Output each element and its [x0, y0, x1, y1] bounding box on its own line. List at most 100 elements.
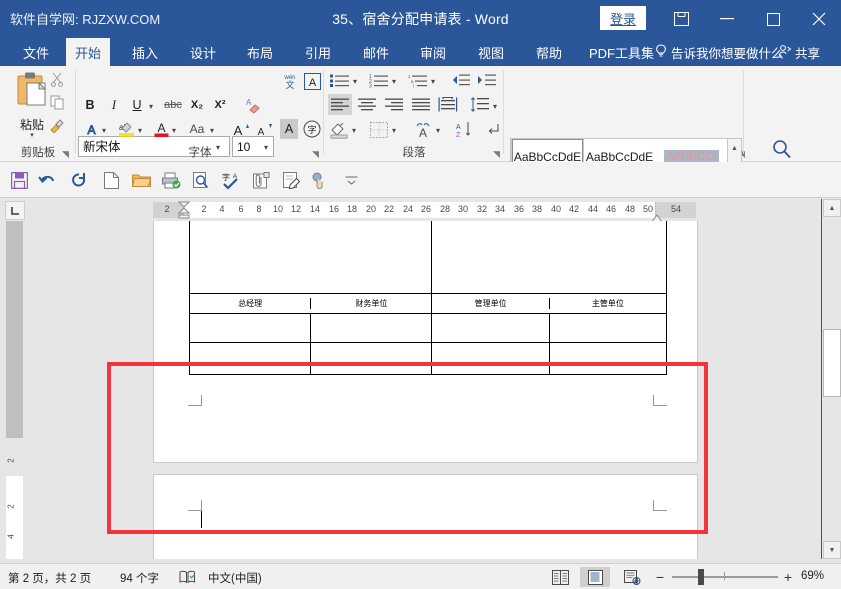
maximize-icon[interactable] [750, 0, 796, 38]
scroll-down-arrow-icon[interactable]: ▼ [823, 541, 841, 559]
table-cell[interactable] [432, 314, 667, 343]
tab-view[interactable]: 视图 [469, 38, 513, 66]
customize-qat-icon[interactable] [338, 168, 364, 192]
zoom-in-button[interactable]: + [781, 569, 795, 585]
decrease-indent-icon[interactable] [450, 70, 472, 90]
document-page-2[interactable] [153, 474, 698, 559]
character-shading-button[interactable]: A [280, 119, 298, 139]
paste-dropdown-icon[interactable]: ▾ [30, 133, 34, 139]
bullet-list-icon[interactable] [329, 70, 351, 90]
table-cell[interactable] [311, 314, 432, 342]
vertical-scrollbar[interactable]: ▲ ▼ [821, 199, 841, 559]
clear-formatting-button[interactable]: A [242, 95, 262, 115]
pinyin-icon[interactable]: A [412, 119, 434, 140]
horizontal-ruler[interactable]: 2 54 2 4 6 8 10 12 14 16 18 20 22 24 26 … [0, 199, 841, 221]
superscript-button[interactable]: X² [211, 95, 229, 115]
align-right-icon[interactable] [382, 94, 406, 115]
zoom-slider-thumb[interactable] [698, 569, 704, 585]
tab-file[interactable]: 文件 [14, 38, 58, 66]
numbered-list-icon[interactable]: 123 [368, 70, 390, 90]
tab-help[interactable]: 帮助 [527, 38, 571, 66]
vertical-scroll-thumb[interactable] [823, 329, 841, 397]
format-painter-button[interactable] [44, 117, 70, 139]
tab-insert[interactable]: 插入 [123, 38, 167, 66]
scroll-up-icon[interactable]: ▲ [728, 139, 741, 158]
table-cell[interactable] [311, 343, 432, 374]
table-row[interactable] [190, 314, 667, 343]
shading-dropdown-icon[interactable]: ▾ [352, 126, 356, 135]
clipboard-dialog-launcher[interactable]: ◥ [62, 148, 74, 160]
scroll-up-arrow-icon[interactable]: ▲ [823, 199, 841, 217]
borders-icon[interactable] [368, 119, 390, 140]
tab-home[interactable]: 开始 [66, 38, 110, 66]
multilevel-list-icon[interactable]: 1ai [407, 70, 429, 90]
table-cell[interactable] [549, 314, 666, 342]
highlight-dropdown-icon[interactable]: ▾ [138, 126, 142, 135]
borders-dropdown-icon[interactable]: ▾ [392, 126, 396, 135]
vertical-ruler[interactable]: 2 2 4 [0, 221, 28, 559]
underline-dropdown-icon[interactable]: ▾ [149, 102, 153, 111]
numbering-dropdown-icon[interactable]: ▾ [392, 77, 396, 86]
close-icon[interactable] [796, 0, 841, 38]
insert-attachment-icon[interactable] [248, 168, 274, 192]
save-icon[interactable] [6, 168, 32, 192]
text-highlight-button[interactable]: ab [116, 119, 136, 139]
table-row[interactable] [190, 221, 667, 294]
print-preview-icon[interactable] [188, 168, 214, 192]
table-cell[interactable] [190, 314, 311, 342]
table-cell[interactable]: 管理单位 主管单位 [432, 294, 667, 314]
ribbon-display-options-icon[interactable] [658, 0, 704, 38]
bullets-dropdown-icon[interactable]: ▾ [353, 77, 357, 86]
font-color-button[interactable]: A [152, 119, 170, 139]
zoom-out-button[interactable]: − [653, 569, 667, 585]
page-indicator[interactable]: 第 2 页，共 2 页 [8, 570, 91, 586]
open-folder-icon[interactable] [128, 168, 154, 192]
increase-indent-icon[interactable] [476, 70, 498, 90]
zoom-level-label[interactable]: 69% [801, 570, 824, 582]
line-spacing-dropdown-icon[interactable]: ▾ [493, 102, 497, 111]
shrink-font-button[interactable]: A [254, 119, 274, 139]
tab-layout[interactable]: 布局 [238, 38, 282, 66]
read-mode-icon[interactable] [545, 567, 575, 587]
table-cell[interactable] [190, 343, 432, 375]
table-cell[interactable] [190, 221, 432, 294]
tab-design[interactable]: 设计 [181, 38, 225, 66]
sign-in-button[interactable]: 登录 [600, 6, 646, 30]
pinyin-dropdown-icon[interactable]: ▾ [436, 126, 440, 135]
copy-button[interactable] [44, 94, 70, 116]
change-case-dropdown-icon[interactable]: ▾ [210, 126, 214, 135]
cut-button[interactable] [44, 71, 70, 93]
shading-icon[interactable] [328, 119, 350, 140]
distribute-text-icon[interactable] [436, 94, 460, 115]
web-layout-icon[interactable] [617, 567, 647, 587]
tab-review[interactable]: 审阅 [411, 38, 455, 66]
track-changes-icon[interactable] [278, 168, 304, 192]
text-effects-button[interactable]: A [82, 119, 100, 139]
table-row[interactable] [190, 343, 667, 375]
enclose-character-button[interactable]: 字 [302, 119, 322, 139]
table-cell[interactable] [549, 343, 666, 374]
underline-button[interactable]: U [129, 95, 145, 115]
table-row[interactable]: 总经理 财务单位 管理单位 主管单位 [190, 294, 667, 314]
touch-mode-icon[interactable] [306, 168, 332, 192]
redo-icon[interactable] [66, 168, 92, 192]
print-layout-icon[interactable] [580, 567, 610, 587]
sort-az-icon[interactable]: AZ [452, 119, 476, 140]
zoom-slider-track[interactable] [672, 576, 778, 578]
strikethrough-button[interactable]: abc [162, 95, 184, 115]
bold-button[interactable]: B [82, 95, 98, 115]
proofing-errors-icon[interactable] [172, 567, 202, 587]
table-cell[interactable] [432, 221, 667, 294]
tab-stop-left-icon[interactable] [5, 201, 25, 220]
tab-mailings[interactable]: 邮件 [354, 38, 398, 66]
table-cell[interactable] [432, 314, 549, 342]
new-document-icon[interactable] [98, 168, 124, 192]
quick-print-icon[interactable] [158, 168, 184, 192]
document-canvas[interactable]: 总经理 财务单位 管理单位 主管单位 [28, 221, 820, 559]
document-page-1[interactable]: 总经理 财务单位 管理单位 主管单位 [153, 221, 698, 463]
table-cell[interactable] [432, 343, 667, 375]
multilevel-dropdown-icon[interactable]: ▾ [431, 77, 435, 86]
share-button[interactable]: 共享 [778, 38, 820, 66]
justify-icon[interactable] [409, 94, 433, 115]
text-effects-dropdown-icon[interactable]: ▾ [102, 126, 106, 135]
